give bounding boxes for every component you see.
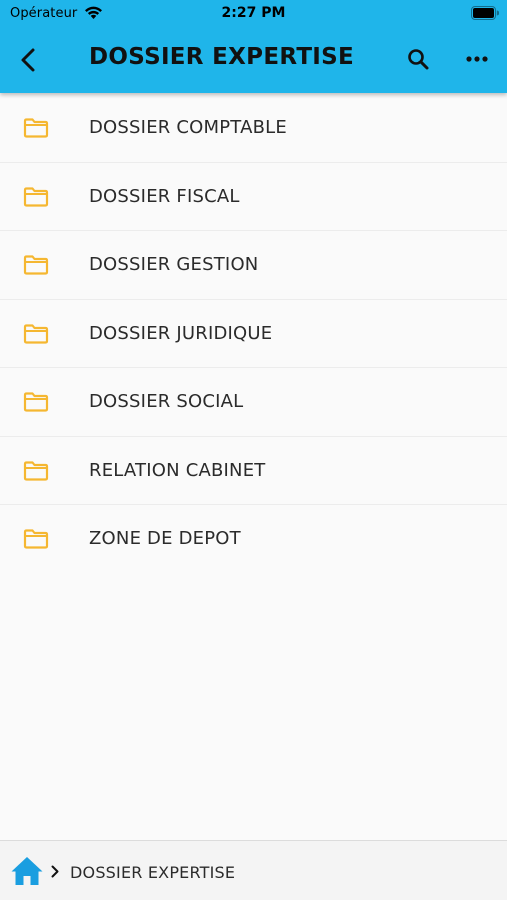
folder-icon <box>23 186 49 207</box>
breadcrumb-bar: DOSSIER EXPERTISE <box>0 840 507 900</box>
folder-icon <box>23 392 49 412</box>
folder-item-comptable[interactable]: DOSSIER COMPTABLE <box>0 94 507 163</box>
search-icon[interactable] <box>406 47 430 71</box>
home-icon[interactable] <box>10 855 44 887</box>
folder-item-social[interactable]: DOSSIER SOCIAL <box>0 368 507 437</box>
breadcrumb-current[interactable]: DOSSIER EXPERTISE <box>70 863 235 882</box>
folder-icon <box>23 323 49 344</box>
more-icon[interactable] <box>466 55 488 63</box>
folder-icon <box>23 255 49 275</box>
status-time: 2:27 PM <box>221 5 286 21</box>
folder-item-juridique[interactable]: DOSSIER JURIDIQUE <box>0 300 507 368</box>
folder-list: DOSSIER COMPTABLE DOSSIER FISCAL DOSSIER… <box>0 94 507 574</box>
app-header: Opérateur 2:27 PM DOSSIER EXPERTISE <box>0 0 507 93</box>
folder-label: DOSSIER SOCIAL <box>89 391 244 412</box>
battery-icon <box>471 6 499 20</box>
folder-label: RELATION CABINET <box>89 459 266 481</box>
back-icon[interactable] <box>16 47 40 73</box>
folder-label: DOSSIER GESTION <box>89 254 259 275</box>
folder-item-relation-cabinet[interactable]: RELATION CABINET <box>0 437 507 505</box>
folder-item-zone-de-depot[interactable]: ZONE DE DEPOT <box>0 505 507 574</box>
folder-label: DOSSIER COMPTABLE <box>89 117 287 138</box>
folder-icon <box>23 529 49 549</box>
chevron-right-icon <box>51 865 59 878</box>
folder-icon <box>23 118 49 138</box>
folder-item-gestion[interactable]: DOSSIER GESTION <box>0 231 507 300</box>
folder-label: ZONE DE DEPOT <box>89 528 241 549</box>
status-bar: Opérateur 2:27 PM <box>0 0 507 28</box>
folder-item-fiscal[interactable]: DOSSIER FISCAL <box>0 163 507 231</box>
folder-icon <box>23 460 49 481</box>
folder-label: DOSSIER JURIDIQUE <box>89 322 273 344</box>
page-title: DOSSIER EXPERTISE <box>89 44 355 70</box>
folder-label: DOSSIER FISCAL <box>89 185 240 207</box>
